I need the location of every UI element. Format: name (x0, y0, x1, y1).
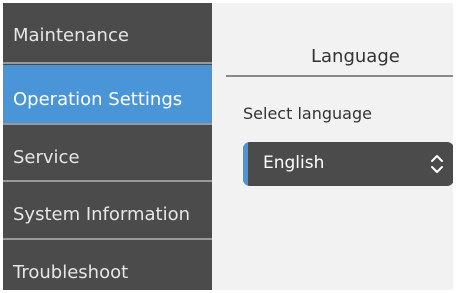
sidebar-item-operation-settings[interactable]: Operation Settings (3, 65, 212, 123)
select-language-label: Select language (243, 104, 372, 123)
sidebar-item-label: Operation Settings (13, 89, 183, 110)
sidebar-item-maintenance[interactable]: Maintenance (3, 3, 212, 57)
settings-sidebar: Maintenance Operation Settings Service S… (3, 3, 212, 290)
sidebar-item-label: Troubleshoot (13, 262, 129, 283)
sidebar-item-label: System Information (13, 204, 191, 225)
sidebar-item-troubleshoot[interactable]: Troubleshoot (3, 240, 212, 290)
page-title: Language (311, 46, 400, 67)
language-select[interactable]: English (243, 142, 453, 186)
sidebar-item-system-information[interactable]: System Information (3, 182, 212, 238)
up-down-chevron-icon (431, 155, 443, 173)
sidebar-item-label: Service (13, 147, 80, 168)
select-focus-accent (243, 142, 248, 186)
sidebar-item-service[interactable]: Service (3, 125, 212, 180)
settings-window: Maintenance Operation Settings Service S… (3, 3, 453, 290)
language-panel: Language Select language English (212, 3, 453, 290)
sidebar-item-label: Maintenance (13, 25, 129, 46)
language-select-value: English (263, 153, 325, 173)
title-divider (226, 75, 453, 77)
sidebar-divider (3, 62, 212, 64)
